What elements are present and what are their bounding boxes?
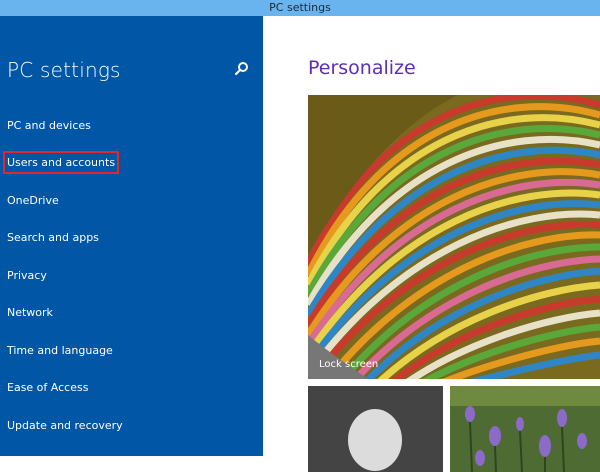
- sidebar-item-pc-and-devices[interactable]: PC and devices: [7, 119, 91, 132]
- sidebar-item-ease-of-access[interactable]: Ease of Access: [7, 381, 88, 394]
- window-title: PC settings: [269, 1, 331, 14]
- window-title-bar: PC settings: [0, 0, 600, 16]
- page-title: Personalize: [308, 57, 416, 79]
- sidebar-item-network[interactable]: Network: [7, 306, 53, 319]
- lock-screen-label: Lock screen: [319, 359, 379, 370]
- account-picture-tile[interactable]: [308, 386, 443, 472]
- sidebar-item-privacy[interactable]: Privacy: [7, 269, 47, 282]
- background-image-tile[interactable]: [450, 386, 600, 472]
- sidebar-item-update-and-recovery[interactable]: Update and recovery: [7, 419, 123, 432]
- settings-sidebar: PC settings PC and devices Users and acc…: [0, 16, 263, 456]
- search-icon: [234, 62, 248, 76]
- avatar: [348, 409, 402, 471]
- sidebar-item-users-and-accounts[interactable]: Users and accounts: [2, 151, 120, 174]
- sidebar-item-time-and-language[interactable]: Time and language: [7, 344, 113, 357]
- sidebar-title: PC settings: [7, 58, 121, 82]
- lavender-image: [450, 386, 600, 472]
- lock-screen-tile[interactable]: Lock screen: [308, 95, 600, 379]
- lock-screen-image: [308, 95, 600, 379]
- sidebar-item-search-and-apps[interactable]: Search and apps: [7, 231, 99, 244]
- search-button[interactable]: [233, 60, 251, 78]
- sidebar-item-onedrive[interactable]: OneDrive: [7, 194, 59, 207]
- main-content: Personalize Lock screen: [263, 16, 600, 472]
